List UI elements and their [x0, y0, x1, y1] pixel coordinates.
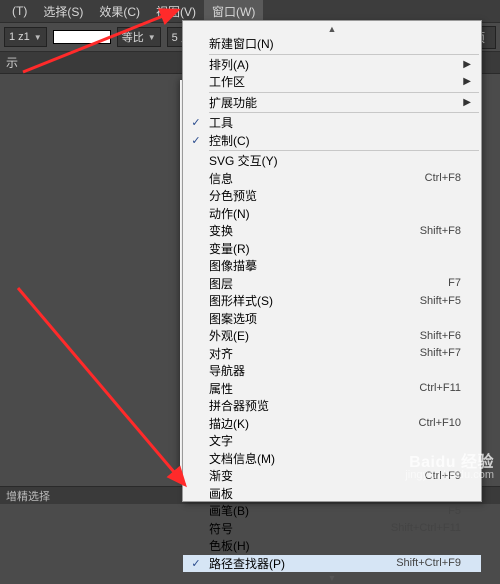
- menu-item-label: 色板(H): [209, 537, 461, 554]
- menu-item[interactable]: 动作(N): [183, 205, 481, 223]
- stroke-width-value: 1 z1: [9, 31, 30, 43]
- menu-item-label: 动作(N): [209, 205, 461, 222]
- menu-shortcut: Ctrl+F8: [413, 172, 461, 184]
- menu-item-label: 符号: [209, 520, 379, 537]
- menu-item[interactable]: 符号Shift+Ctrl+F11: [183, 520, 481, 538]
- menu-item[interactable]: 文字: [183, 432, 481, 450]
- menu-item[interactable]: 导航器: [183, 362, 481, 380]
- menu-separator: [209, 112, 479, 113]
- menu-item[interactable]: 信息Ctrl+F8: [183, 170, 481, 188]
- menu-item[interactable]: 画笔(B)F5: [183, 502, 481, 520]
- menu-item-label: 图案选项: [209, 310, 461, 327]
- menu-scroll-down[interactable]: ▼: [183, 572, 481, 584]
- menu-item-label: SVG 交互(Y): [209, 152, 461, 169]
- scale-value: 等比: [122, 29, 144, 45]
- menu-separator: [209, 150, 479, 151]
- menu-shortcut: Ctrl+F9: [413, 470, 461, 482]
- menu-item[interactable]: 拼合器预览: [183, 397, 481, 415]
- menu-item[interactable]: SVG 交互(Y): [183, 152, 481, 170]
- menu-shortcut: Shift+F5: [408, 295, 461, 307]
- menu-item[interactable]: 外观(E)Shift+F6: [183, 327, 481, 345]
- menu-item[interactable]: 图形样式(S)Shift+F5: [183, 292, 481, 310]
- menu-item[interactable]: 对齐Shift+F7: [183, 345, 481, 363]
- check-icon: ✓: [183, 557, 209, 570]
- menu-item[interactable]: 新建窗口(N): [183, 35, 481, 53]
- menu-item-label: 文档信息(M): [209, 450, 461, 467]
- menu-shortcut: Shift+Ctrl+F9: [384, 557, 461, 569]
- menu-item[interactable]: 描边(K)Ctrl+F10: [183, 415, 481, 433]
- menu-item[interactable]: ✓控制(C): [183, 132, 481, 150]
- menu-item-label: 画板: [209, 485, 461, 502]
- menu-item-label: 变量(R): [209, 240, 461, 257]
- menu-item-effect[interactable]: 效果(C): [91, 0, 148, 23]
- menu-item-label: 控制(C): [209, 132, 461, 149]
- menu-separator: [209, 54, 479, 55]
- menu-shortcut: Shift+Ctrl+F11: [379, 522, 461, 534]
- status-label: 增精选择: [6, 488, 50, 504]
- menu-item[interactable]: 图像描摹: [183, 257, 481, 275]
- menubar: (T) 选择(S) 效果(C) 视图(V) 窗口(W): [0, 0, 500, 22]
- menu-item[interactable]: 分色预览: [183, 187, 481, 205]
- menu-separator: [209, 92, 479, 93]
- menu-item-label: 信息: [209, 170, 413, 187]
- menu-item[interactable]: ✓路径查找器(P)Shift+Ctrl+F9: [183, 555, 481, 573]
- menu-shortcut: F7: [436, 277, 461, 289]
- menu-item-label: 工具: [209, 114, 461, 131]
- menu-item-t[interactable]: (T): [4, 1, 35, 21]
- menu-item[interactable]: 排列(A)▶: [183, 56, 481, 74]
- menu-shortcut: Ctrl+F10: [407, 417, 462, 429]
- menu-shortcut: Shift+F7: [408, 347, 461, 359]
- menu-item[interactable]: 属性Ctrl+F11: [183, 380, 481, 398]
- menu-item[interactable]: 图案选项: [183, 310, 481, 328]
- menu-shortcut: F5: [436, 505, 461, 517]
- check-icon: ✓: [183, 134, 209, 147]
- window-menu-dropdown: ▲ 新建窗口(N)排列(A)▶工作区▶扩展功能▶✓工具✓控制(C)SVG 交互(…: [182, 20, 482, 502]
- menu-item-label: 导航器: [209, 362, 461, 379]
- scale-dropdown[interactable]: 等比 ▼: [117, 27, 161, 47]
- submenu-arrow-icon: ▶: [461, 59, 471, 70]
- menu-item[interactable]: 变换Shift+F8: [183, 222, 481, 240]
- menu-item-label: 扩展功能: [209, 94, 461, 111]
- menu-item-label: 文字: [209, 432, 461, 449]
- menu-item[interactable]: 渐变Ctrl+F9: [183, 467, 481, 485]
- menu-item-label: 外观(E): [209, 327, 408, 344]
- menu-item-label: 排列(A): [209, 56, 461, 73]
- document-tab[interactable]: 示: [6, 54, 18, 71]
- menu-item-label: 渐变: [209, 467, 413, 484]
- submenu-arrow-icon: ▶: [461, 76, 471, 87]
- menu-item[interactable]: ✓工具: [183, 114, 481, 132]
- chevron-down-icon: ▼: [148, 33, 156, 42]
- menu-item-label: 工作区: [209, 73, 461, 90]
- menu-item-label: 拼合器预览: [209, 397, 461, 414]
- menu-item-label: 分色预览: [209, 187, 461, 204]
- menu-item-label: 对齐: [209, 345, 408, 362]
- menu-item[interactable]: 工作区▶: [183, 73, 481, 91]
- submenu-arrow-icon: ▶: [461, 97, 471, 108]
- check-icon: ✓: [183, 116, 209, 129]
- menu-item[interactable]: 文档信息(M): [183, 450, 481, 468]
- menu-item-label: 路径查找器(P): [209, 555, 384, 572]
- menu-shortcut: Shift+F6: [408, 330, 461, 342]
- menu-item[interactable]: 画板: [183, 485, 481, 503]
- chevron-down-icon: ▼: [34, 33, 42, 42]
- menu-item-label: 画笔(B): [209, 502, 436, 519]
- menu-item-label: 描边(K): [209, 415, 407, 432]
- menu-item[interactable]: 色板(H): [183, 537, 481, 555]
- menu-item-label: 属性: [209, 380, 407, 397]
- menu-item-label: 变换: [209, 222, 408, 239]
- menu-shortcut: Ctrl+F11: [407, 382, 461, 394]
- menu-scroll-up[interactable]: ▲: [183, 23, 481, 35]
- menu-item-label: 图层: [209, 275, 436, 292]
- menu-item[interactable]: 扩展功能▶: [183, 94, 481, 112]
- menu-item-select[interactable]: 选择(S): [35, 0, 91, 23]
- menu-item-label: 新建窗口(N): [209, 35, 461, 52]
- stroke-width-dropdown[interactable]: 1 z1 ▼: [4, 27, 47, 47]
- menu-item[interactable]: 图层F7: [183, 275, 481, 293]
- menu-shortcut: Shift+F8: [408, 225, 461, 237]
- menu-item-label: 图像描摹: [209, 257, 461, 274]
- menu-item-label: 图形样式(S): [209, 292, 408, 309]
- menu-item[interactable]: 变量(R): [183, 240, 481, 258]
- stroke-style-swatch[interactable]: [53, 30, 111, 44]
